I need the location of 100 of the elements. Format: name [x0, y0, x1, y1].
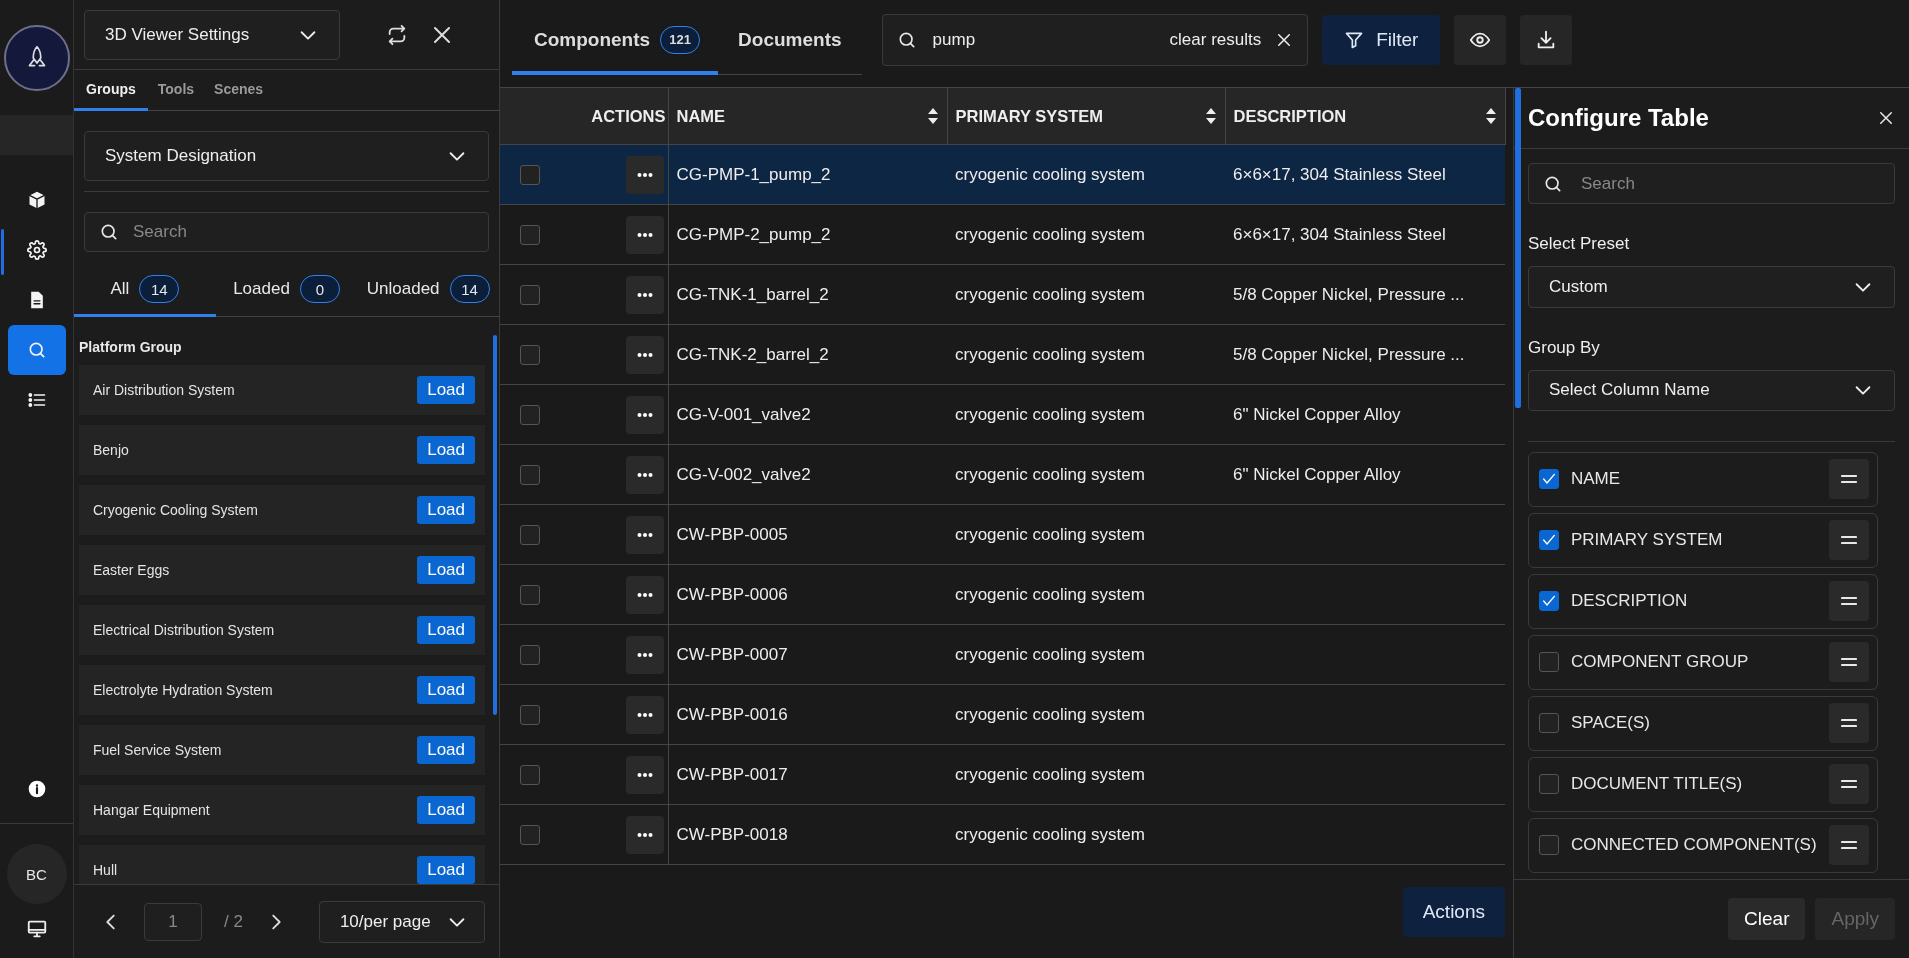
search-field[interactable]: Search — [84, 212, 489, 252]
per-page-dropdown[interactable]: 10/per page — [318, 900, 485, 943]
drag-handle[interactable] — [1829, 703, 1869, 744]
search-nav-button[interactable] — [7, 325, 66, 375]
drag-handle[interactable] — [1829, 764, 1869, 805]
row-checkbox[interactable] — [520, 704, 540, 725]
page-field[interactable]: 1 — [144, 902, 202, 941]
scrollbar-thumb[interactable] — [1515, 88, 1521, 408]
load-button[interactable]: Load — [417, 856, 475, 884]
sort-icon[interactable] — [926, 107, 939, 125]
user-avatar[interactable]: BC — [6, 844, 67, 904]
column-option[interactable]: SPACE(S) — [1528, 696, 1878, 751]
row-checkbox[interactable] — [520, 824, 540, 845]
load-button[interactable]: Load — [417, 496, 475, 524]
preset-dropdown[interactable]: Custom — [1528, 266, 1895, 308]
monitor-icon[interactable] — [25, 918, 48, 940]
gear-icon[interactable] — [26, 240, 47, 260]
row-actions-button[interactable] — [626, 755, 664, 794]
column-option[interactable]: COMPONENT GROUP — [1528, 635, 1878, 690]
row-actions-button[interactable] — [626, 815, 664, 854]
row-actions-button[interactable] — [626, 275, 664, 314]
search-field[interactable]: pump clear results — [881, 14, 1309, 66]
row-checkbox[interactable] — [520, 524, 540, 545]
row-actions-button[interactable] — [626, 635, 664, 674]
row-actions-button[interactable] — [626, 515, 664, 554]
row-checkbox[interactable] — [520, 164, 540, 185]
sort-icon[interactable] — [1204, 107, 1217, 125]
cube-icon[interactable] — [26, 190, 47, 210]
group-name: Electrical Distribution System — [93, 622, 275, 638]
column-checkbox[interactable] — [1539, 774, 1559, 795]
drag-handle[interactable] — [1829, 642, 1869, 683]
row-actions-button[interactable] — [626, 455, 664, 494]
load-button[interactable]: Load — [417, 376, 475, 404]
load-button[interactable]: Load — [417, 556, 475, 584]
clear-button[interactable]: Clear — [1728, 898, 1806, 940]
panel-tab[interactable]: Tools — [147, 70, 205, 111]
row-checkbox[interactable] — [520, 464, 540, 485]
filter-tab[interactable]: All 14 — [74, 264, 216, 317]
clear-results-button[interactable]: clear results — [1169, 30, 1294, 50]
sort-icon[interactable] — [1484, 107, 1497, 125]
column-option[interactable]: PRIMARY SYSTEM — [1528, 513, 1878, 568]
drag-handle[interactable] — [1829, 520, 1869, 561]
panel-tab[interactable]: Scenes — [204, 70, 274, 111]
search-field[interactable]: Search — [1528, 163, 1895, 205]
column-checkbox[interactable] — [1539, 713, 1559, 734]
load-button[interactable]: Load — [417, 796, 475, 824]
scrollbar-thumb[interactable] — [493, 335, 497, 715]
group-dropdown[interactable]: System Designation — [84, 131, 489, 181]
column-checkbox[interactable] — [1539, 652, 1559, 673]
visibility-button[interactable] — [1454, 15, 1507, 65]
main-tab[interactable]: Components 121 — [512, 8, 719, 75]
main-tab[interactable]: Documents — [718, 8, 862, 75]
drag-handle[interactable] — [1829, 581, 1869, 622]
close-icon[interactable] — [1877, 109, 1895, 127]
column-option[interactable]: DESCRIPTION — [1528, 574, 1878, 629]
handle-icon — [1841, 840, 1857, 851]
table-cell: cryogenic cooling system — [955, 164, 1145, 184]
search-input[interactable]: Search — [1581, 164, 1880, 204]
column-option[interactable]: DOCUMENT TITLE(S) — [1528, 757, 1878, 812]
load-button[interactable]: Load — [417, 676, 475, 704]
group-by-dropdown[interactable]: Select Column Name — [1528, 369, 1895, 411]
panel-tab[interactable]: Groups — [74, 70, 148, 111]
column-checkbox[interactable] — [1539, 591, 1559, 612]
row-checkbox[interactable] — [520, 404, 540, 425]
download-button[interactable] — [1520, 15, 1573, 65]
row-checkbox[interactable] — [520, 344, 540, 365]
load-button[interactable]: Load — [417, 736, 475, 764]
row-checkbox[interactable] — [520, 644, 540, 665]
row-checkbox[interactable] — [520, 224, 540, 245]
row-actions-button[interactable] — [626, 395, 664, 434]
row-actions-button[interactable] — [626, 155, 664, 194]
row-checkbox[interactable] — [520, 584, 540, 605]
filter-tab[interactable]: Unloaded 14 — [357, 264, 499, 317]
column-checkbox[interactable] — [1539, 530, 1559, 551]
view-dropdown[interactable]: 3D Viewer Settings — [84, 9, 340, 60]
filter-button[interactable]: Filter — [1322, 15, 1441, 65]
column-checkbox[interactable] — [1539, 469, 1559, 490]
info-icon[interactable] — [26, 779, 47, 799]
column-option[interactable]: NAME — [1528, 452, 1878, 507]
search-input[interactable]: Search — [133, 213, 474, 251]
row-checkbox[interactable] — [520, 764, 540, 785]
row-actions-button[interactable] — [626, 695, 664, 734]
column-option[interactable]: CONNECTED COMPONENT(S) — [1528, 818, 1878, 873]
filter-tab[interactable]: Loaded 0 — [215, 264, 358, 317]
search-input[interactable]: pump — [932, 15, 1154, 65]
list-icon[interactable] — [26, 390, 47, 410]
row-actions-button[interactable] — [626, 575, 664, 614]
row-checkbox[interactable] — [520, 284, 540, 305]
row-actions-button[interactable] — [626, 215, 664, 254]
column-checkbox[interactable] — [1539, 835, 1559, 856]
drag-handle[interactable] — [1829, 459, 1869, 500]
load-button[interactable]: Load — [417, 616, 475, 644]
filter-label: Unloaded — [366, 279, 440, 299]
table-cell: 5/8 Copper Nickel, Pressure ... — [1233, 284, 1465, 304]
refresh-icon[interactable] — [386, 23, 408, 46]
ellipsis-icon — [637, 471, 653, 478]
drag-handle[interactable] — [1829, 825, 1869, 866]
row-actions-button[interactable] — [626, 335, 664, 374]
actions-button[interactable]: Actions — [1402, 886, 1505, 937]
load-button[interactable]: Load — [417, 436, 475, 464]
